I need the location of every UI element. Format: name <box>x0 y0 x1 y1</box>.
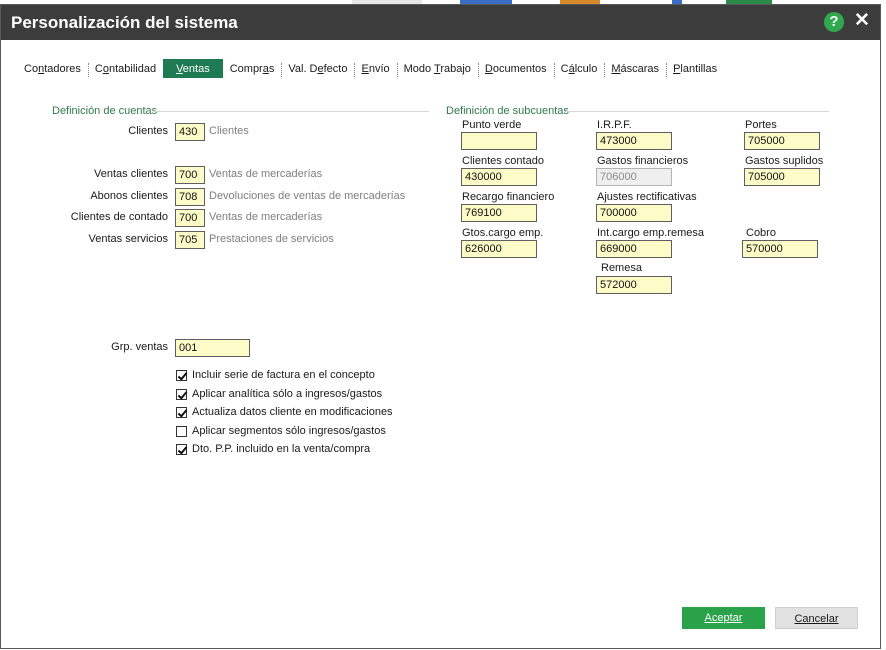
cuenta-label-clientes-contado: Clientes de contado <box>70 211 168 223</box>
sub-input-remesa[interactable]: 572000 <box>596 276 672 294</box>
tab-modo-trabajo[interactable]: Modo Trabajo <box>397 59 480 78</box>
sub-input-clientes-contado[interactable]: 430000 <box>461 168 537 186</box>
tab-bar: Contadores Contabilidad Ventas Compras Val. … <box>17 59 724 81</box>
cuentas-section-title: Definición de cuentas <box>52 105 158 117</box>
tab-documentos[interactable]: Documentos <box>478 59 555 78</box>
title-bar: Personalización del sistema ? ✕ <box>1 5 880 40</box>
window-title: Personalización del sistema <box>11 13 238 32</box>
checkbox-checked[interactable] <box>176 406 187 418</box>
grp-ventas-input[interactable]: 001 <box>175 339 250 357</box>
grp-ventas-label: Grp. ventas <box>111 341 168 353</box>
checkbox-checked[interactable] <box>176 388 187 400</box>
cuenta-desc-clientes-contado: Ventas de mercaderías <box>209 211 323 223</box>
settings-dialog: Personalización del sistema ? ✕ Contador… <box>0 4 881 649</box>
option-incluir-serie[interactable]: Incluir serie de factura en el concepto <box>176 369 375 383</box>
tab-envio[interactable]: Envío <box>354 59 398 78</box>
cuenta-desc-clientes: Clientes <box>209 125 249 137</box>
cuenta-input-ventas-servicios[interactable]: 705 <box>175 231 205 249</box>
tab-contadores[interactable]: Contadores <box>17 59 89 78</box>
help-icon[interactable]: ? <box>824 12 844 32</box>
sub-input-ajustes-rectificativas[interactable]: 700000 <box>596 204 672 222</box>
cuenta-input-clientes-contado[interactable]: 700 <box>175 209 205 227</box>
tab-val-defecto[interactable]: Val. Defecto <box>281 59 356 78</box>
subcuentas-section-title: Definición de subcuentas <box>446 105 569 117</box>
subcuentas-divider <box>564 111 829 112</box>
sub-label-gastos-suplidos: Gastos suplidos <box>745 155 824 167</box>
sub-label-gastos-financieros: Gastos financieros <box>597 155 689 167</box>
cuentas-divider <box>153 111 429 112</box>
cancel-button[interactable]: Cancelar <box>775 607 858 629</box>
sub-input-gastos-financieros: 706000 <box>596 168 672 186</box>
option-aplicar-segmentos[interactable]: Aplicar segmentos sólo ingresos/gastos <box>176 425 386 439</box>
sub-input-punto-verde[interactable] <box>461 132 537 150</box>
tab-contabilidad[interactable]: Contabilidad <box>88 59 165 78</box>
sub-label-clientes-contado: Clientes contado <box>462 155 544 167</box>
cuenta-input-ventas-clientes[interactable]: 700 <box>175 166 205 184</box>
cuenta-input-clientes[interactable]: 430 <box>175 123 205 141</box>
cuenta-label-clientes: Clientes <box>128 125 168 137</box>
option-aplicar-analitica[interactable]: Aplicar analítica sólo a ingresos/gastos <box>176 388 382 402</box>
tab-compras[interactable]: Compras <box>223 59 282 78</box>
sub-input-gtos-cargo-emp[interactable]: 626000 <box>461 240 537 258</box>
cuenta-desc-ventas-clientes: Ventas de mercaderías <box>209 168 323 180</box>
tab-calculo[interactable]: Cálculo <box>554 59 606 78</box>
sub-input-recargo-financiero[interactable]: 769100 <box>461 204 537 222</box>
accept-button[interactable]: Aceptar <box>682 607 765 629</box>
checkbox-checked[interactable] <box>176 443 187 455</box>
sub-label-punto-verde: Punto verde <box>462 119 522 131</box>
close-icon[interactable]: ✕ <box>854 10 870 32</box>
sub-input-gastos-suplidos[interactable]: 705000 <box>744 168 820 186</box>
checkbox-unchecked[interactable] <box>176 425 187 437</box>
sub-label-irpf: I.R.P.F. <box>597 119 632 131</box>
sub-label-portes: Portes <box>745 119 777 131</box>
cuenta-input-abonos-clientes[interactable]: 708 <box>175 188 205 206</box>
sub-label-remesa: Remesa <box>601 262 642 274</box>
sub-input-portes[interactable]: 705000 <box>744 132 820 150</box>
option-actualiza-datos[interactable]: Actualiza datos cliente en modificacione… <box>176 406 393 420</box>
tab-plantillas[interactable]: Plantillas <box>666 59 724 78</box>
sub-input-int-cargo-emp-remesa[interactable]: 669000 <box>596 240 672 258</box>
cuenta-label-ventas-clientes: Ventas clientes <box>94 168 168 180</box>
cuenta-label-abonos-clientes: Abonos clientes <box>90 190 168 202</box>
option-dto-pp[interactable]: Dto. P.P. incluido en la venta/compra <box>176 443 370 457</box>
sub-label-recargo-financiero: Recargo financiero <box>462 191 555 203</box>
tab-ventas[interactable]: Ventas <box>163 59 223 78</box>
cuenta-label-ventas-servicios: Ventas servicios <box>88 233 168 245</box>
sub-label-int-cargo-emp-remesa: Int.cargo emp.remesa <box>597 227 704 239</box>
tab-mascaras[interactable]: Máscaras <box>604 59 667 78</box>
sub-label-ajustes-rectificativas: Ajustes rectificativas <box>597 191 697 203</box>
sub-input-cobro[interactable]: 570000 <box>742 240 818 258</box>
checkbox-checked[interactable] <box>176 369 187 381</box>
sub-label-cobro: Cobro <box>746 227 776 239</box>
sub-input-irpf[interactable]: 473000 <box>596 132 672 150</box>
cuenta-desc-ventas-servicios: Prestaciones de servicios <box>209 233 334 245</box>
cuenta-desc-abonos-clientes: Devoluciones de ventas de mercaderías <box>209 190 406 202</box>
sub-label-gtos-cargo-emp: Gtos.cargo emp. <box>462 227 544 239</box>
